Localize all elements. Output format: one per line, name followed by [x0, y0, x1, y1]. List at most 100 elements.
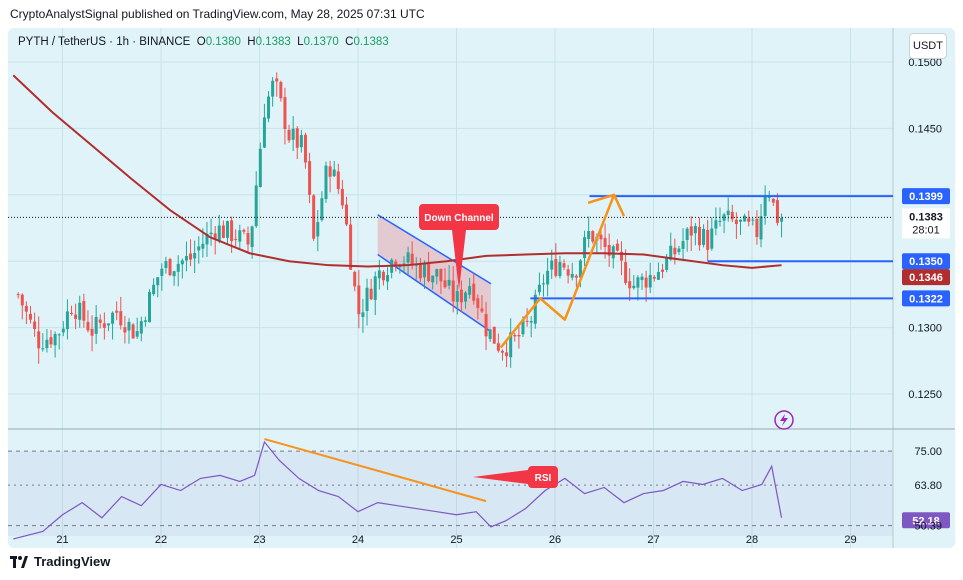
candle-body [279, 81, 283, 99]
candle-body [201, 243, 205, 249]
candle-body [20, 294, 24, 306]
candle-body [583, 237, 587, 259]
date-tick-label: 23 [253, 534, 265, 546]
candle-body [139, 321, 143, 334]
candle-body [726, 210, 730, 215]
level-label: 0.1322 [909, 293, 943, 305]
rsi-badge-label: RSI [535, 473, 552, 484]
candle-body [98, 319, 102, 323]
candle-body [106, 323, 110, 326]
candle-body [702, 228, 706, 245]
candle-body [714, 220, 718, 229]
candle-body [340, 188, 344, 206]
candle-body [86, 322, 90, 331]
candle-body [706, 230, 710, 250]
candle-body [599, 234, 603, 240]
candle-body [217, 225, 221, 241]
candle-body [427, 263, 431, 282]
candle-body [632, 285, 636, 289]
candle-body [246, 233, 250, 245]
candle-body [418, 264, 422, 279]
candle-body [505, 352, 509, 357]
candle-body [16, 294, 20, 296]
candle-body [422, 263, 426, 278]
candle-body [615, 243, 619, 251]
tradingview-logo[interactable]: TradingView [10, 554, 110, 569]
candle-body [324, 165, 328, 200]
tradingview-brand: TradingView [34, 554, 111, 569]
candle-body [439, 268, 443, 282]
candle-body [517, 334, 521, 337]
candle-body [447, 279, 451, 286]
candle-body [238, 230, 242, 242]
candle-body [287, 129, 291, 141]
candle-body [41, 348, 45, 350]
candle-body [443, 280, 447, 288]
candle-body [373, 276, 377, 300]
candle-body [328, 166, 332, 177]
high-value: 0.1383 [255, 36, 291, 48]
candle-body [349, 224, 353, 270]
open-value: 0.1380 [205, 36, 241, 48]
candle-body [739, 219, 743, 222]
candle-body [61, 328, 65, 333]
chart-panel[interactable]: 0.15000.14500.13500.13000.12500.13990.13… [8, 28, 955, 548]
candle-body [127, 321, 131, 331]
candle-body [681, 241, 685, 249]
candle-body [353, 271, 357, 287]
candle-body [500, 350, 504, 353]
candle-body [172, 271, 176, 277]
candle-body [624, 262, 628, 283]
candle-body [78, 302, 82, 320]
candle-body [221, 225, 225, 238]
candle-body [365, 287, 369, 311]
candle-body [734, 219, 738, 224]
candle-body [115, 310, 119, 313]
rsi-level-label: 75.00 [914, 446, 942, 458]
candle-body [431, 275, 435, 283]
candle-body [496, 343, 500, 351]
candle-body [550, 260, 554, 270]
candle-body [320, 198, 324, 221]
candle-body [689, 226, 693, 236]
tradingview-logo-icon [10, 555, 28, 568]
candle-body [308, 161, 312, 195]
candle-body [480, 308, 484, 312]
candle-body [435, 269, 439, 277]
candle-body [160, 268, 164, 276]
level-label: 0.1399 [909, 191, 943, 203]
low-value: 0.1370 [303, 36, 339, 48]
candle-body [197, 246, 201, 251]
candle-body [361, 312, 365, 317]
date-tick-label: 29 [844, 534, 856, 546]
candle-body [275, 78, 279, 82]
close-value: 0.1383 [353, 36, 389, 48]
candle-body [28, 313, 32, 320]
candle-body [591, 231, 595, 242]
currency-button[interactable]: USDT [909, 33, 947, 59]
candle-body [53, 333, 57, 346]
candle-body [386, 275, 390, 282]
candle-body [336, 171, 340, 190]
candle-body [718, 220, 722, 222]
candle-body [102, 323, 106, 328]
date-tick-label: 26 [549, 534, 561, 546]
candle-body [476, 298, 480, 308]
bar-countdown: 28:01 [912, 224, 940, 236]
candle-body [554, 259, 558, 276]
last-price-value: 0.1383 [909, 211, 943, 223]
rsi-chart[interactable]: RSI75.0063.8052.1850.3921 22 23 24 25 26 27 28 2… [8, 430, 955, 548]
candle-body [730, 211, 734, 220]
candle-body [111, 312, 115, 324]
candle-body [665, 257, 669, 270]
rsi-band [8, 451, 893, 536]
candle-body [184, 255, 188, 261]
candle-body [406, 252, 410, 263]
date-tick-label: 21 [56, 534, 68, 546]
candle-body [628, 281, 632, 289]
candle-body [332, 169, 336, 177]
symbol-ohlc-line: PYTH / TetherUS · 1h · BINANCE O0.1380 H… [18, 36, 389, 48]
price-chart[interactable]: 0.15000.14500.13500.13000.12500.13990.13… [8, 28, 955, 430]
open-label: O [196, 36, 206, 48]
date-tick-label: 27 [647, 534, 659, 546]
